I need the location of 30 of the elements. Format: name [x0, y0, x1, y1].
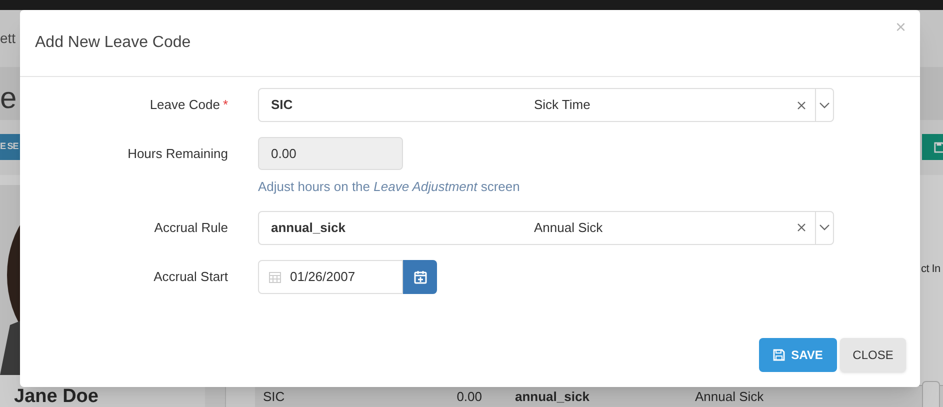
floppy-icon	[773, 349, 786, 361]
calendar-plus-icon	[414, 270, 426, 284]
date-field[interactable]: 01/26/2007	[258, 260, 403, 294]
select-field[interactable]: SIC Sick Time	[258, 88, 834, 122]
field-label: Hours Remaining	[128, 145, 228, 164]
profile-name: Jane Doe	[14, 388, 98, 406]
chevron-down-icon	[819, 102, 830, 108]
clear-icon[interactable]	[796, 223, 806, 232]
field-label: Leave Code	[150, 96, 220, 114]
required-mark: *	[222, 96, 228, 114]
table-cell-text: 0.00	[456, 389, 483, 405]
table-cell-text: annual_sick	[514, 389, 590, 405]
hours-field: 0.00	[258, 137, 403, 170]
floppy-icon	[934, 142, 943, 152]
field-label: Accrual Start	[154, 268, 228, 286]
help-text: Adjust hours on the Leave Adjustment screen	[258, 178, 520, 196]
breadcrumb: ett	[0, 29, 16, 48]
close-button[interactable]: CLOSE	[840, 338, 906, 372]
field-label: Accrual Rule	[154, 218, 228, 237]
modal-title: Add New Leave Code	[35, 33, 191, 53]
calendar-icon	[269, 270, 281, 282]
chevron-down-icon	[819, 224, 830, 231]
save-button[interactable]	[922, 134, 943, 160]
column-header: ct In	[921, 262, 940, 277]
clear-icon[interactable]	[796, 100, 806, 110]
calendar-button[interactable]	[403, 260, 437, 294]
table-cell-text: Annual Sick	[695, 389, 765, 405]
select-field[interactable]: annual_sick Annual Sick	[258, 210, 834, 244]
page-title: e	[0, 84, 17, 114]
table-cell-text: SIC	[262, 389, 286, 405]
